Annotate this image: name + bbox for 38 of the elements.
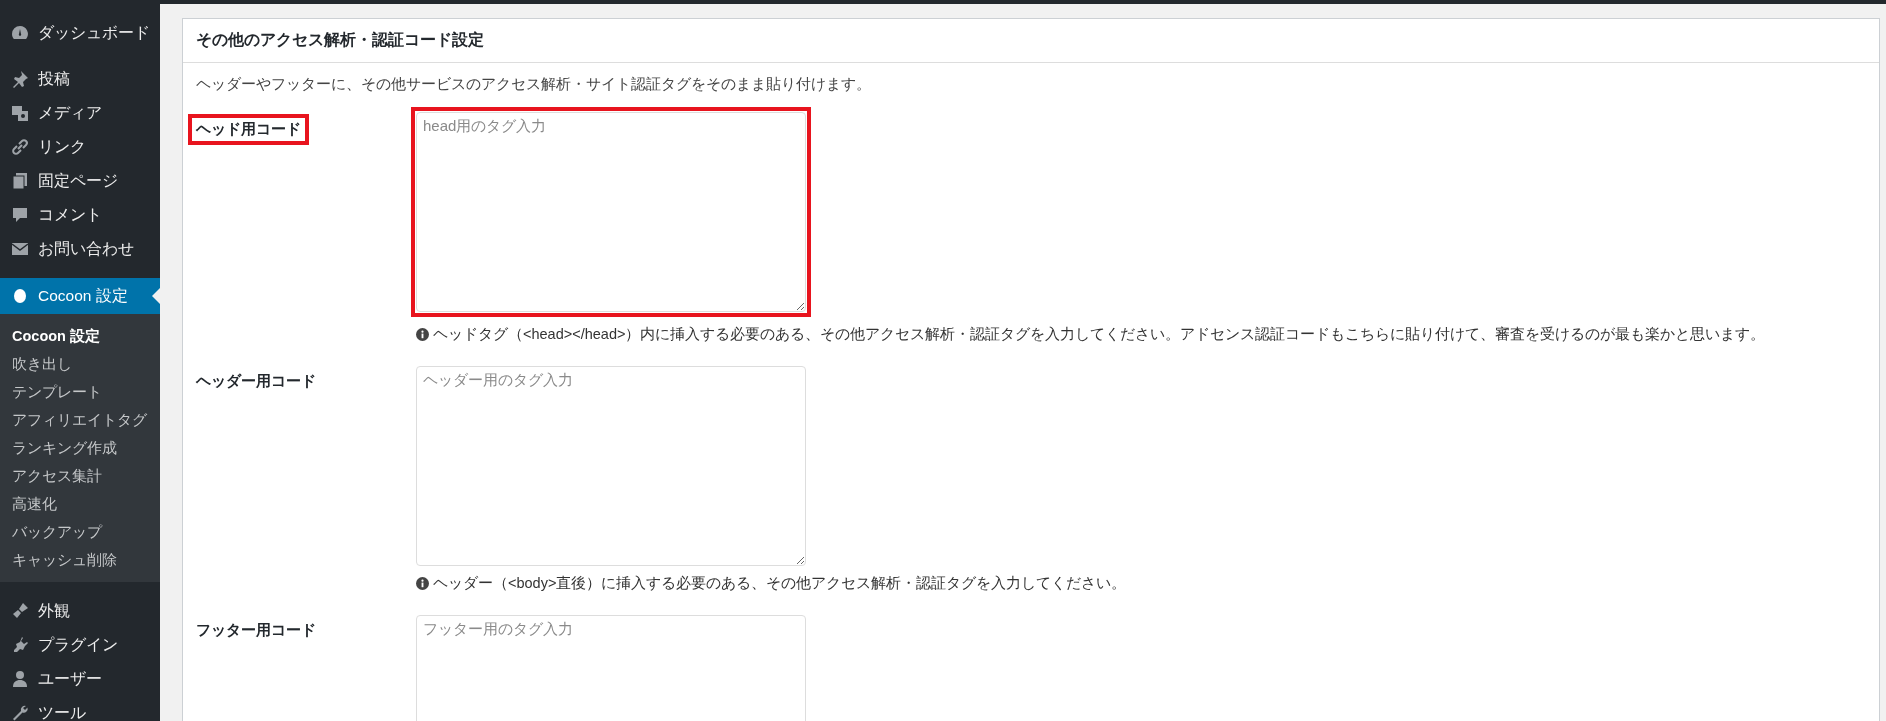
field-label: ヘッダー用コード bbox=[196, 372, 316, 391]
sidebar-menu-item[interactable]: コメント bbox=[0, 198, 160, 232]
sidebar-menu-item[interactable]: 固定ページ bbox=[0, 164, 160, 198]
submenu-item[interactable]: アフィリエイトタグ bbox=[0, 406, 160, 434]
submenu-item[interactable]: Cocoon 設定 bbox=[0, 322, 160, 350]
info-icon bbox=[416, 577, 429, 590]
info-icon bbox=[416, 328, 429, 341]
submenu-item[interactable]: 高速化 bbox=[0, 490, 160, 518]
submenu-item[interactable]: ランキング作成 bbox=[0, 434, 160, 462]
user-icon bbox=[10, 669, 30, 689]
comment-icon bbox=[10, 205, 30, 225]
sidebar-menu-item[interactable]: お問い合わせ bbox=[0, 232, 160, 266]
sidebar-menu-item[interactable]: メディア bbox=[0, 96, 160, 130]
help-text: ヘッダー（<body>直後）に挿入する必要のある、その他アクセス解析・認証タグを入力してください。 bbox=[433, 574, 1127, 593]
field-label: ヘッド用コード bbox=[196, 120, 301, 139]
sidebar-menu-item[interactable]: ダッシュボード bbox=[0, 16, 160, 50]
sidebar-menu-item[interactable]: プラグイン bbox=[0, 628, 160, 662]
field-label: フッター用コード bbox=[196, 621, 316, 640]
submenu-item[interactable]: アクセス集計 bbox=[0, 462, 160, 490]
media-icon bbox=[10, 103, 30, 123]
submenu-item[interactable]: バックアップ bbox=[0, 518, 160, 546]
code-textarea[interactable]: head用のタグ入力 bbox=[416, 112, 806, 312]
sidebar-menu-item[interactable]: 外観 bbox=[0, 594, 160, 628]
sidebar-menu-item[interactable]: リンク bbox=[0, 130, 160, 164]
pages-icon bbox=[10, 171, 30, 191]
submenu-item[interactable]: テンプレート bbox=[0, 378, 160, 406]
link-icon bbox=[10, 137, 30, 157]
sidebar-menu-item[interactable]: ツール bbox=[0, 696, 160, 721]
sidebar-menu-item[interactable]: Cocoon 設定 bbox=[0, 278, 160, 314]
code-textarea[interactable]: フッター用のタグ入力 bbox=[416, 615, 806, 721]
sidebar-menu-item[interactable]: 投稿 bbox=[0, 62, 160, 96]
submenu-item[interactable]: 吹き出し bbox=[0, 350, 160, 378]
help-text: ヘッドタグ（<head></head>）内に挿入する必要のある、その他アクセス解析・認証タグを入力してください。アドセンス認証コードもこちらに貼り付けて、審査を受けるのが最も楽かと思います。 bbox=[433, 325, 1766, 344]
code-textarea[interactable]: ヘッダー用のタグ入力 bbox=[416, 366, 806, 566]
submenu-item[interactable]: キャッシュ削除 bbox=[0, 546, 160, 574]
panel-description: ヘッダーやフッターに、その他サービスのアクセス解析・サイト認証タグをそのまま貼り付けます。 bbox=[196, 75, 872, 94]
panel-title: その他のアクセス解析・認証コード設定 bbox=[183, 19, 1879, 63]
sidebar-menu-item[interactable]: ユーザー bbox=[0, 662, 160, 696]
